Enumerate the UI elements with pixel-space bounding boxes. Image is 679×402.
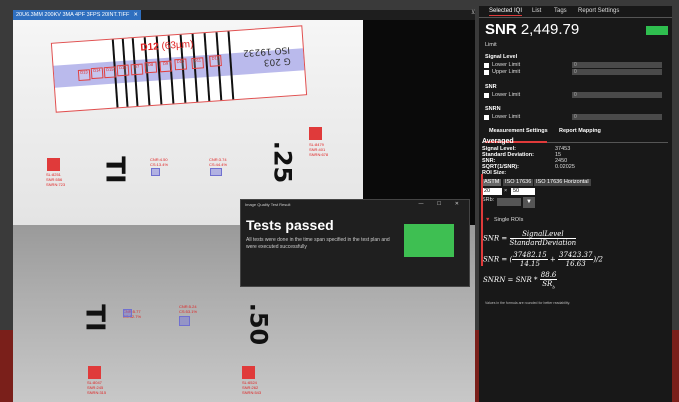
image-tabbar: 20U6.3MM 200KV 3MA 4PF 3FPS 20INT.TIFF ✕ [13, 10, 475, 20]
snr-lower-label: Lower Limit [492, 92, 521, 98]
snr-formula: SNR = SignalLevel StandardDeviation [483, 230, 577, 247]
standard-option-astm[interactable]: ASTM [482, 179, 502, 186]
wire-roi[interactable]: D7 [130, 63, 144, 76]
image-tab-label: 20U6.3MM 200KV 3MA 4PF 3FPS 20INT.TIFF [16, 12, 130, 18]
tab-tags[interactable]: Tags [554, 8, 567, 14]
image-marker: TI [99, 156, 130, 184]
tab-selected-iqi[interactable]: Selected IQI [489, 8, 523, 16]
snr-lower-checkbox[interactable] [484, 93, 489, 98]
roi-stats: SL:8251 SNR:556 SNRN:723 [46, 172, 66, 187]
hole-roi[interactable] [123, 309, 132, 317]
upper-limit-checkbox[interactable] [484, 70, 489, 75]
rounding-note: Values in the formula are rounded for be… [485, 301, 571, 305]
lower-limit-checkbox[interactable] [484, 63, 489, 68]
tab-report-settings[interactable]: Report Settings [578, 8, 619, 14]
roi-height-input[interactable]: 50 [511, 188, 535, 195]
wire-roi[interactable]: D15 [103, 66, 117, 79]
tab-measurement-settings[interactable]: Measurement Settings [489, 128, 548, 134]
srb-dropdown[interactable]: ▼ [523, 197, 535, 208]
upper-limit-label: Upper Limit [492, 69, 521, 75]
standard-option-iso[interactable]: ISO 17636 [503, 179, 534, 186]
iqi-panel: ⊻ Selected IQI List Tags Report Settings… [471, 6, 672, 402]
roi-stats: CNR:4.50 CS:13.4% [150, 157, 169, 167]
roi-width-input[interactable]: 20 [482, 188, 502, 195]
lower-limit-label: Lower Limit [492, 62, 521, 68]
wire-roi[interactable]: D14 [90, 67, 104, 80]
snr-calc-formula: SNR = (37482.15 14.15 + 37423.37 16.63)/2 [483, 251, 603, 268]
test-result-dialog: Image Quality Test Result — ☐ ✕ Tests pa… [240, 199, 470, 287]
snrn-limit-heading: SNRN [485, 106, 501, 112]
signal-lower-field[interactable]: 0 [572, 62, 662, 68]
wire-roi[interactable]: D8 [144, 61, 158, 74]
roi-stats: SL:8479 SNR:401 SNRN:678 [309, 142, 329, 157]
pass-indicator [404, 224, 454, 257]
roi-stats: CNR:5.24 CS:53.1% [179, 304, 198, 314]
pin-icon[interactable]: ⊻ [471, 9, 475, 16]
signal-level-heading: Signal Level [485, 54, 518, 60]
signal-upper-field[interactable]: 0 [572, 69, 662, 75]
image-marker: TI [79, 304, 110, 332]
hole-roi[interactable] [210, 168, 222, 176]
wire-roi[interactable]: D12 [209, 55, 222, 67]
dialog-message: All tests were done in the time span spe… [246, 237, 390, 250]
dialog-titlebar[interactable]: Image Quality Test Result — ☐ ✕ [241, 200, 469, 209]
window-controls[interactable]: — ☐ ✕ [419, 200, 465, 209]
scrollbar[interactable] [481, 174, 483, 266]
dialog-heading: Tests passed [246, 217, 334, 233]
roi-square[interactable] [47, 158, 60, 171]
wire-roi[interactable]: D10 [174, 58, 188, 71]
snrn-lower-checkbox[interactable] [484, 115, 489, 120]
times-glyph: × [504, 188, 508, 194]
single-rois-toggle[interactable]: Single ROIs [494, 217, 523, 223]
image-marker: .50 [244, 302, 273, 346]
snrn-formula: SNRN = SNR * 88.6 SRb [483, 271, 558, 290]
srb-label: SRb: [482, 197, 495, 203]
roi-size-label: ROI Size: [482, 170, 507, 176]
stat-value: 0.02025 [555, 164, 575, 170]
image-tab[interactable]: 20U6.3MM 200KV 3MA 4PF 3FPS 20INT.TIFF ✕ [13, 10, 142, 20]
snr-status-indicator [646, 26, 668, 35]
snrn-lower-field[interactable]: 0 [572, 114, 662, 120]
dialog-title: Image Quality Test Result [245, 202, 291, 207]
snr-lower-field[interactable]: 0 [572, 92, 662, 98]
roi-stats: SL:8047 SNR:245 SNRN:315 [87, 380, 107, 395]
wire-roi[interactable]: D16 [116, 64, 130, 77]
snrn-lower-label: Lower Limit [492, 114, 521, 120]
limit-heading: Limit [485, 42, 497, 48]
roi-stats: SL:6524 SNR:262 SNRN:543 [242, 380, 262, 395]
averaged-heading: Averaged [482, 138, 514, 145]
roi-square[interactable] [309, 127, 322, 140]
panel-tabs: Selected IQI List Tags Report Settings [479, 6, 672, 18]
hole-roi[interactable] [151, 168, 160, 176]
srb-field[interactable] [497, 198, 521, 206]
snr-summary: SNR 2,449.79 [485, 21, 580, 38]
tab-list[interactable]: List [532, 8, 541, 14]
standard-option-iso-horizontal[interactable]: ISO 17636 Horizontal [534, 179, 591, 186]
roi-square[interactable] [88, 366, 101, 379]
wire-roi[interactable]: D9 [159, 60, 173, 73]
wire-roi[interactable]: D13 [77, 69, 91, 82]
tab-report-mapping[interactable]: Report Mapping [559, 128, 601, 134]
hole-roi[interactable] [179, 316, 190, 326]
iqi-result-label: D12 (63µm) [140, 38, 194, 54]
roi-square[interactable] [242, 366, 255, 379]
image-marker: .25 [268, 140, 297, 184]
iqi-stamp: G 203 ISO 19232 [242, 44, 291, 68]
snr-limit-heading: SNR [485, 84, 497, 90]
wire-roi[interactable]: D11 [191, 57, 205, 70]
roi-stats: CNR:3.74 CS:44.4% [209, 157, 228, 167]
xray-dark-region [363, 20, 475, 225]
close-icon[interactable]: ✕ [133, 12, 138, 18]
chevron-down-icon[interactable]: ▼ [485, 217, 490, 223]
